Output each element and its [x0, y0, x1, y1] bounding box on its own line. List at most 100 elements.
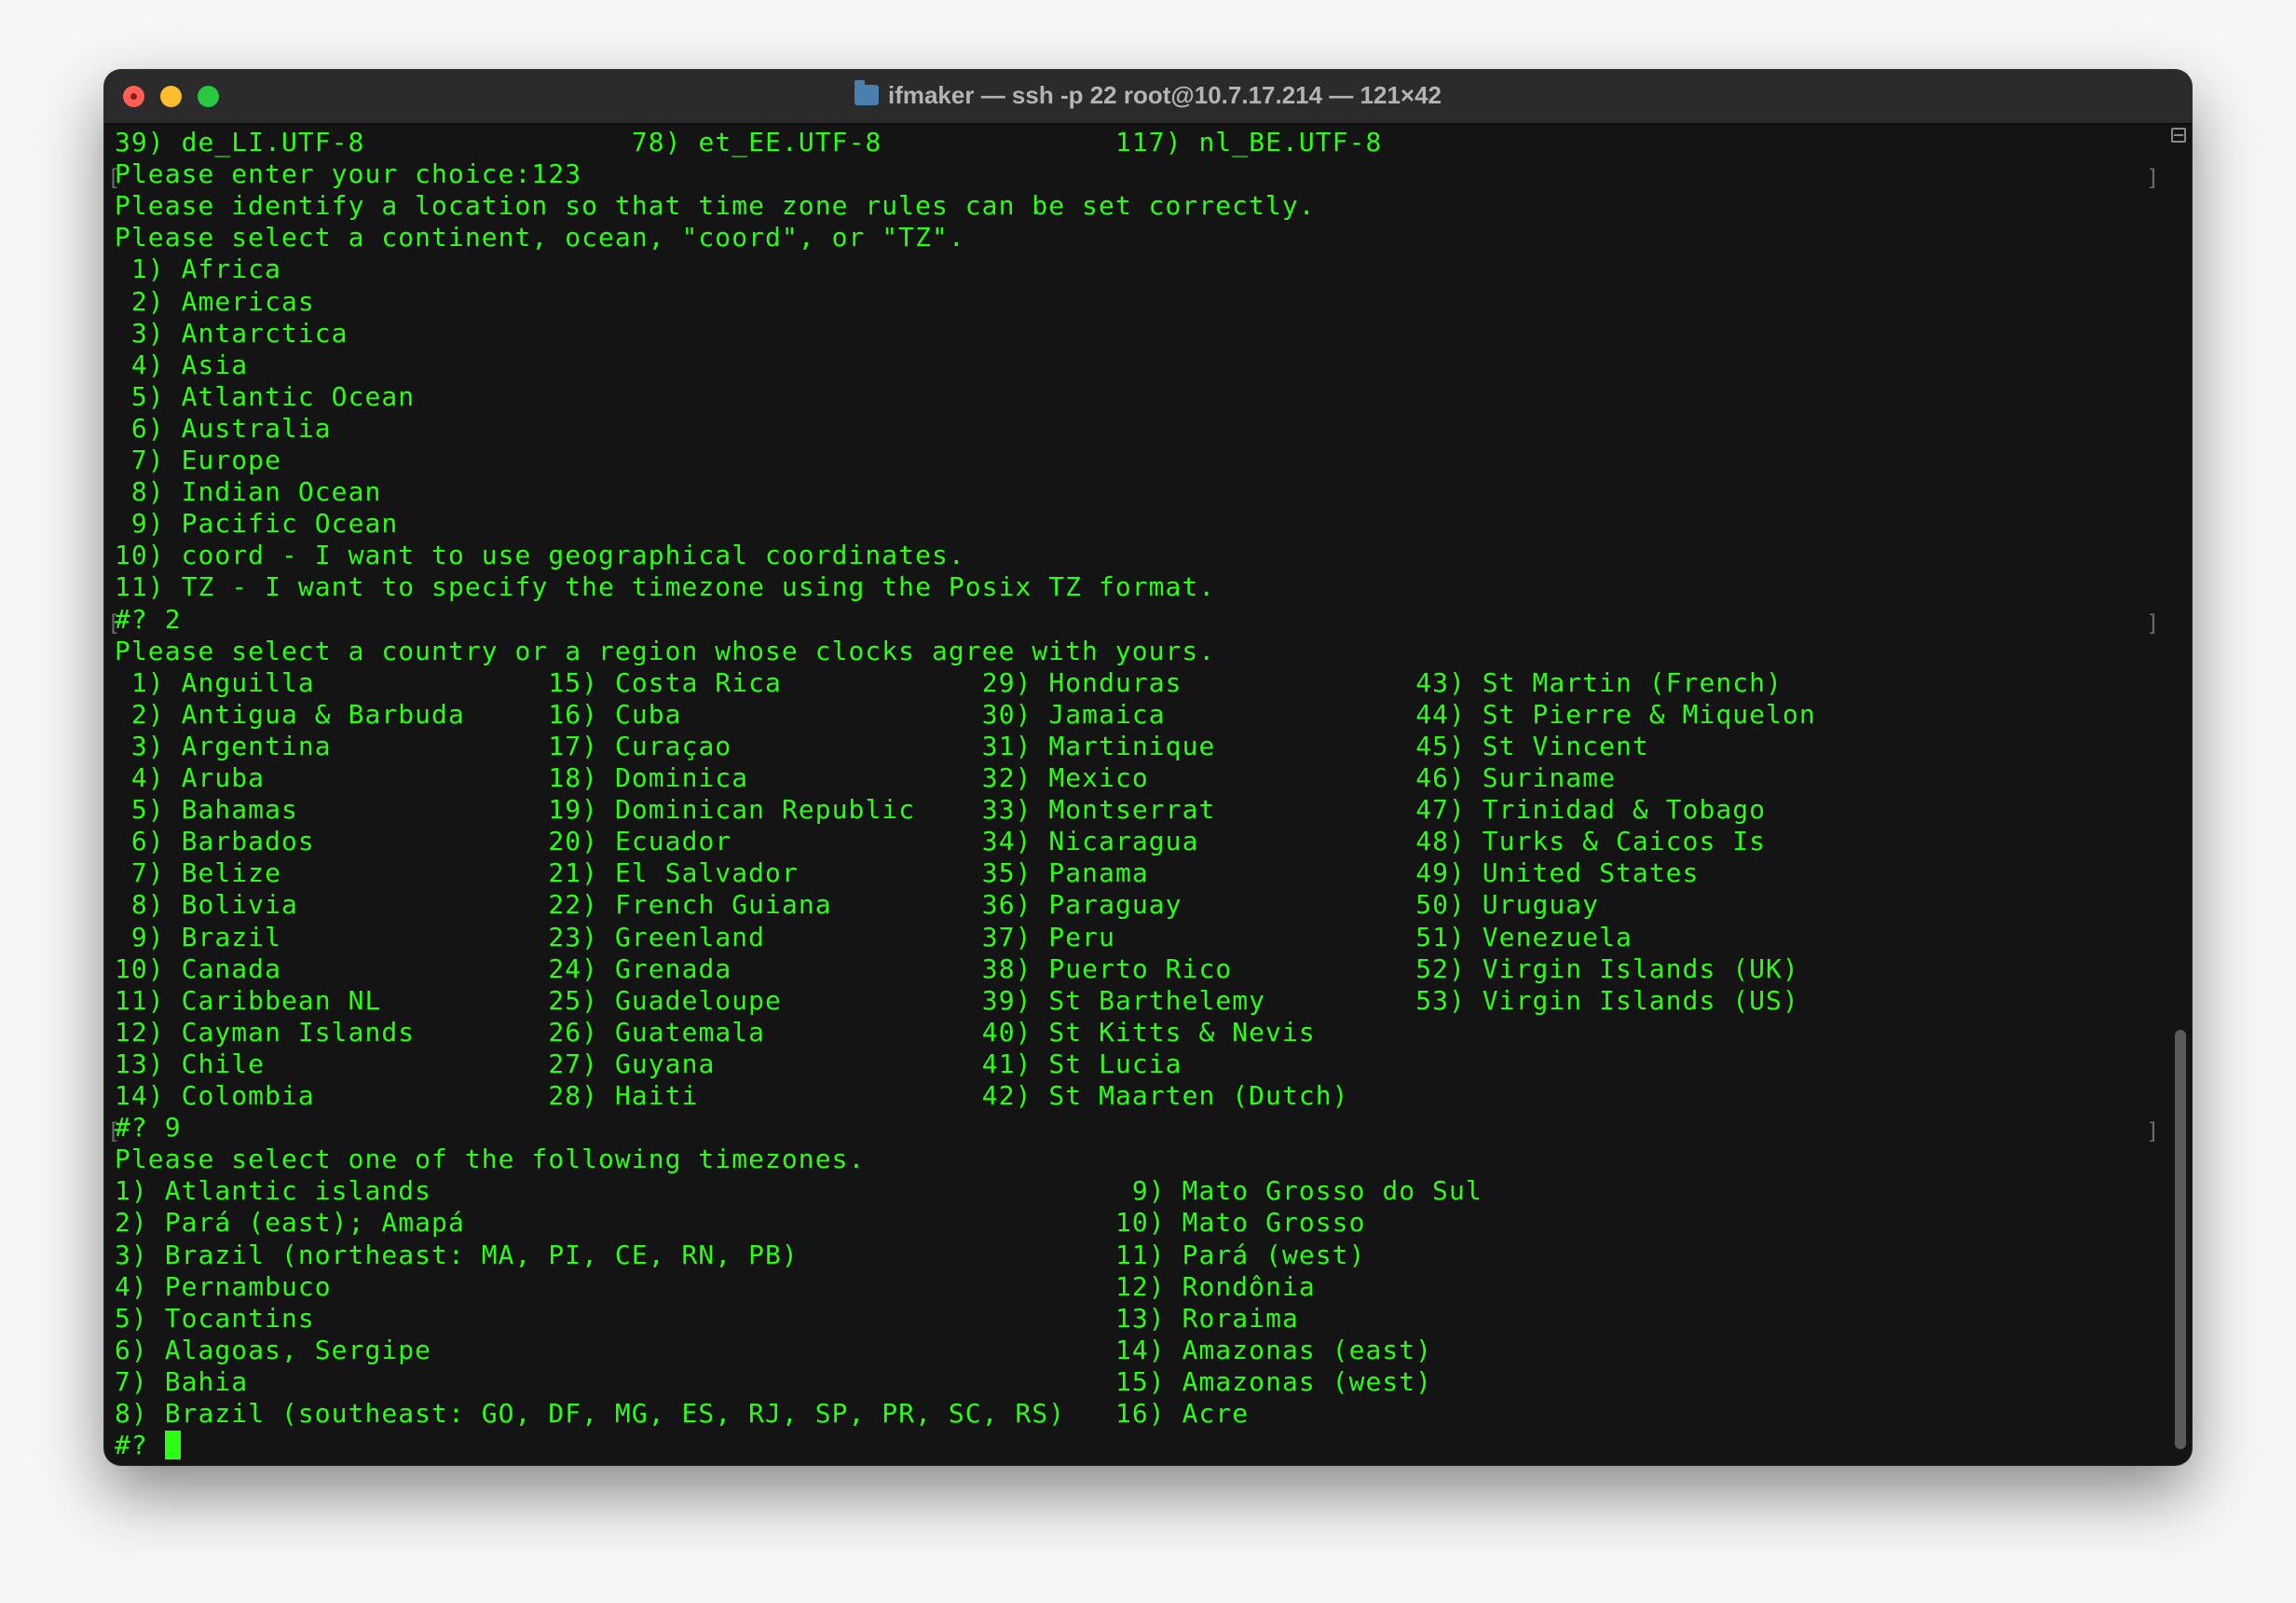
- item-label: Greenland: [614, 921, 766, 952]
- item-label: Grenada: [614, 952, 732, 984]
- info-line: Please identify a location so that time …: [115, 190, 2165, 222]
- country-option: 28) Haiti: [548, 1080, 698, 1112]
- choice-input-line-text: Please enter your choice:123: [115, 158, 582, 190]
- item-label: El Salvador: [614, 857, 799, 889]
- item-number: 6): [130, 412, 165, 444]
- country-option: 21) El Salvador: [548, 857, 798, 889]
- item-number: 8): [130, 889, 165, 921]
- item-number: 45): [1415, 730, 1466, 761]
- country-option: 5) Bahamas: [115, 794, 298, 826]
- item-label: Uruguay: [1482, 889, 1600, 921]
- locale-option: 117) nl_BE.UTF-8: [1115, 127, 1382, 158]
- item-label: Asia: [181, 349, 249, 380]
- timezone-option: 8) Brazil (southeast: GO, DF, MG, ES, RJ…: [115, 1398, 1065, 1430]
- country-option: 23) Greenland: [548, 922, 765, 953]
- continent-row: 3) Antarctica: [115, 318, 2165, 349]
- item-label: Pacific Ocean: [181, 508, 399, 540]
- country-row: 13) Chile 27) Guyana 41) St Lucia: [115, 1048, 2165, 1080]
- continent-row: 11) TZ - I want to specify the timezone …: [115, 571, 2165, 603]
- country-option: 52) Virgin Islands (UK): [1415, 953, 1799, 985]
- item-label: Honduras: [1048, 666, 1182, 698]
- item-number: 11): [1115, 1239, 1166, 1270]
- country-option: 26) Guatemala: [548, 1017, 765, 1048]
- timezone-option: 9) Mato Grosso do Sul: [1115, 1175, 1483, 1207]
- item-label: Pará (west): [1182, 1239, 1366, 1270]
- item-label: United States: [1482, 857, 1700, 889]
- timezone-option: 1) Atlantic islands: [115, 1175, 431, 1207]
- country-option: 17) Curaçao: [548, 731, 731, 762]
- info-line-text: Please identify a location so that time …: [115, 190, 1316, 222]
- scrollbar-thumb[interactable]: [2175, 1030, 2186, 1449]
- item-number: 1): [130, 253, 165, 285]
- country-option: 27) Guyana: [548, 1048, 715, 1080]
- item-label: Bahia: [164, 1365, 249, 1397]
- item-label: nl_BE.UTF-8: [1198, 127, 1383, 158]
- item-label: Suriname: [1482, 762, 1616, 793]
- item-label: et_EE.UTF-8: [698, 127, 882, 158]
- continent-option: 4) Asia: [115, 349, 248, 381]
- item-number: 9): [130, 921, 165, 952]
- country-option: 31) Martinique: [982, 731, 1216, 762]
- continent-option: 3) Antarctica: [115, 318, 348, 349]
- country-option: 9) Brazil: [115, 922, 281, 953]
- item-number: 27): [548, 1048, 599, 1079]
- item-label: St Barthelemy: [1048, 984, 1266, 1016]
- item-number: 3): [115, 1239, 148, 1270]
- item-label: Dominican Republic: [614, 794, 916, 826]
- country-option: 16) Cuba: [548, 699, 681, 731]
- item-label: Turks & Caicos Is: [1482, 826, 1767, 857]
- country-row: 4) Aruba 18) Dominica 32) Mexico 46) Surina…: [115, 762, 2165, 794]
- country-row: 12) Cayman Islands 26) Guatemala 40) St Ki…: [115, 1017, 2165, 1048]
- input-prompt-text: #?: [115, 1430, 165, 1461]
- item-label: Acre: [1182, 1398, 1250, 1429]
- country-option: 15) Costa Rica: [548, 667, 782, 699]
- item-label: Atlantic islands: [164, 1175, 432, 1207]
- country-option: 35) Panama: [982, 857, 1149, 889]
- item-label: St Pierre & Miquelon: [1482, 698, 1816, 730]
- country-row: 5) Bahamas 19) Dominican Republic 33) Mont…: [115, 794, 2165, 826]
- item-label: Brazil (southeast: GO, DF, MG, ES, RJ, S…: [164, 1398, 1066, 1429]
- terminal-output[interactable]: 39) de_LI.UTF-8 78) et_EE.UTF-8 117) nl_BE…: [107, 127, 2165, 1465]
- item-number: 50): [1415, 889, 1466, 921]
- country-option: 24) Grenada: [548, 953, 731, 985]
- item-label: St Martin (French): [1482, 666, 1783, 698]
- country-option: 29) Honduras: [982, 667, 1182, 699]
- country-option: 30) Jamaica: [982, 699, 1166, 731]
- item-number: 15): [548, 666, 599, 698]
- folder-icon: [854, 80, 879, 105]
- timezone-option: 14) Amazonas (east): [1115, 1335, 1432, 1366]
- country-option: 14) Colombia: [115, 1080, 315, 1112]
- item-number: 53): [1415, 984, 1466, 1016]
- country-prompt-text: Please select a country or a region whos…: [115, 635, 1216, 666]
- timezone-option: 15) Amazonas (west): [1115, 1366, 1432, 1398]
- item-number: 31): [981, 730, 1032, 761]
- item-label: Atlantic Ocean: [181, 380, 416, 412]
- item-label: Curaçao: [614, 730, 732, 761]
- timezone-option: 13) Roraima: [1115, 1303, 1299, 1335]
- country-option: 38) Puerto Rico: [982, 953, 1232, 985]
- item-number: 13): [1115, 1302, 1166, 1334]
- country-option: 50) Uruguay: [1415, 889, 1599, 921]
- continent-prompt-text: Please select a continent, ocean, "coord…: [115, 222, 965, 253]
- item-label: Nicaragua: [1048, 826, 1199, 857]
- item-number: 36): [981, 889, 1032, 921]
- item-number: 52): [1415, 952, 1466, 984]
- item-number: 1): [130, 666, 165, 698]
- continent-option: 5) Atlantic Ocean: [115, 381, 415, 413]
- item-number: 23): [548, 921, 599, 952]
- item-number: 41): [981, 1048, 1032, 1079]
- item-label: Mato Grosso do Sul: [1182, 1175, 1483, 1207]
- item-label: Paraguay: [1048, 889, 1182, 921]
- country-option: 4) Aruba: [115, 762, 265, 794]
- item-label: St Maarten (Dutch): [1048, 1080, 1349, 1111]
- item-label: Colombia: [181, 1080, 315, 1111]
- continent-row: 4) Asia: [115, 349, 2165, 381]
- item-number: 4): [130, 349, 165, 380]
- item-label: Anguilla: [181, 666, 315, 698]
- item-label: St Kitts & Nevis: [1048, 1016, 1316, 1048]
- timezone-option: 10) Mato Grosso: [1115, 1207, 1365, 1239]
- item-label: Jamaica: [1048, 698, 1166, 730]
- timezone-option: 5) Tocantins: [115, 1303, 315, 1335]
- item-label: Guyana: [614, 1048, 716, 1079]
- item-label: Amazonas (east): [1182, 1334, 1433, 1365]
